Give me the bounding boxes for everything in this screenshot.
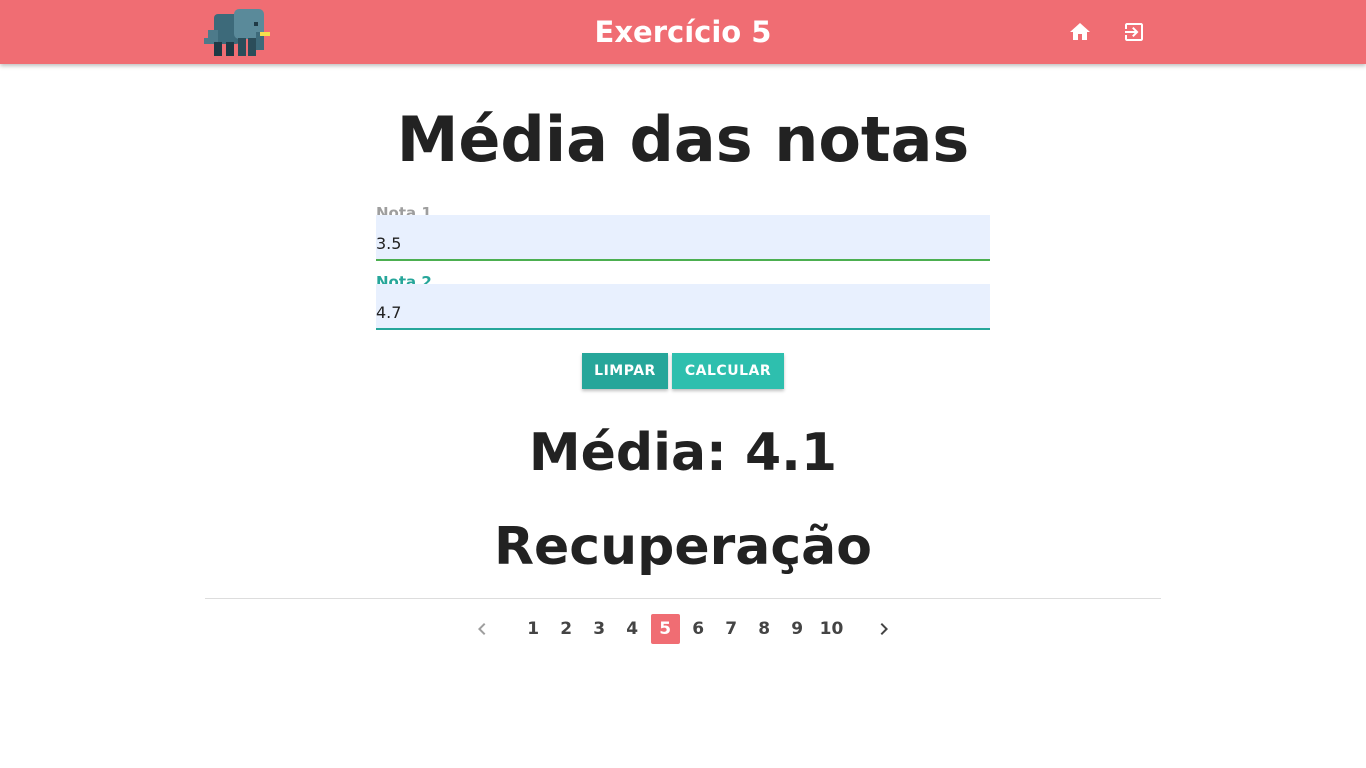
- chevron-left-icon: [477, 623, 486, 635]
- page-5-active[interactable]: 5: [650, 614, 680, 644]
- nota-1-field: Nota 1: [376, 204, 990, 262]
- exit-button[interactable]: [1120, 18, 1148, 46]
- page-1[interactable]: 1: [519, 614, 548, 644]
- page-6[interactable]: 6: [684, 614, 713, 644]
- app-bar: Exercício 5: [0, 0, 1366, 64]
- exit-icon: [1125, 23, 1143, 41]
- next-page-button[interactable]: [869, 614, 899, 644]
- page-title: Média das notas: [396, 103, 970, 176]
- prev-page-button[interactable]: [467, 614, 497, 644]
- page-10[interactable]: 10: [816, 614, 848, 644]
- pagination: 1 2 3 4 5 6 7 8 9 10: [0, 614, 1366, 644]
- page-2[interactable]: 2: [552, 614, 581, 644]
- home-icon: [1070, 23, 1090, 40]
- home-button[interactable]: [1066, 18, 1094, 46]
- average-result: Média: 4.1: [528, 423, 838, 483]
- page-8[interactable]: 8: [750, 614, 779, 644]
- page-3[interactable]: 3: [585, 614, 614, 644]
- nota-2-field: Nota 2: [376, 273, 990, 331]
- page-7[interactable]: 7: [717, 614, 746, 644]
- nota-1-input[interactable]: [376, 215, 990, 261]
- calculate-button[interactable]: CALCULAR: [672, 353, 784, 389]
- chevron-right-icon: [880, 623, 889, 635]
- clear-button[interactable]: LIMPAR: [582, 353, 668, 389]
- nota-2-input[interactable]: [376, 284, 990, 330]
- app-title: Exercício 5: [594, 15, 772, 49]
- page-4[interactable]: 4: [618, 614, 647, 644]
- page-9[interactable]: 9: [783, 614, 812, 644]
- divider: [205, 598, 1161, 599]
- status-result: Recuperação: [493, 517, 872, 577]
